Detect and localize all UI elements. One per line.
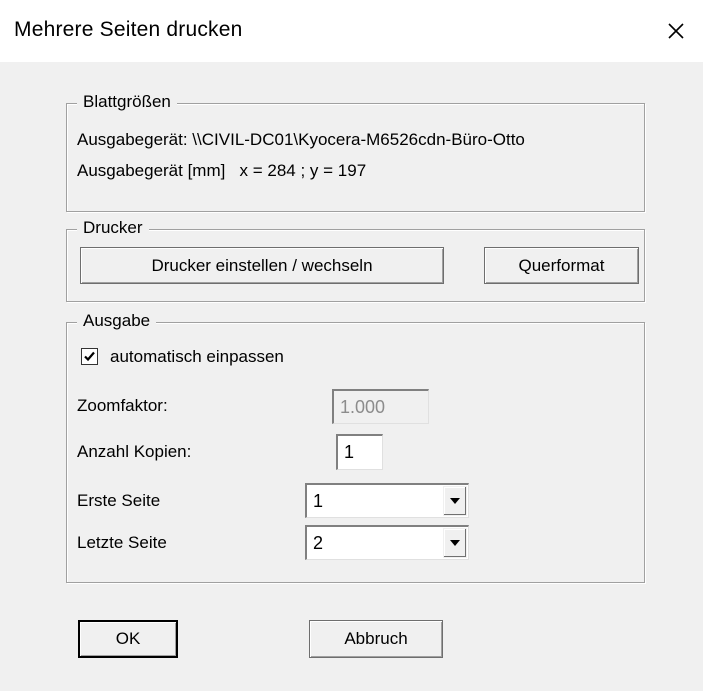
first-page-select[interactable]: 1 bbox=[305, 483, 469, 518]
group-ausgabe: Ausgabe automatisch einpassen Zoomfaktor… bbox=[66, 311, 645, 583]
zoom-label: Zoomfaktor: bbox=[77, 396, 168, 415]
group-drucker: Drucker Drucker einstellen / wechseln Qu… bbox=[66, 218, 645, 302]
dialog-client: Blattgrößen Ausgabegerät: \\CIVIL-DC01\K… bbox=[10, 62, 694, 684]
zoom-input: 1.000 bbox=[332, 389, 429, 424]
group-legend-blattgroessen: Blattgrößen bbox=[77, 92, 177, 112]
chevron-down-icon bbox=[450, 540, 460, 546]
printer-setup-button[interactable]: Drucker einstellen / wechseln bbox=[80, 247, 444, 284]
checkmark-icon bbox=[84, 351, 95, 362]
close-icon bbox=[668, 23, 684, 39]
group-legend-drucker: Drucker bbox=[77, 218, 149, 238]
landscape-button[interactable]: Querformat bbox=[484, 247, 639, 284]
copies-input[interactable]: 1 bbox=[336, 434, 383, 470]
auto-fit-checkbox[interactable] bbox=[81, 348, 98, 365]
last-page-dropdown-button[interactable] bbox=[443, 528, 467, 558]
copies-label: Anzahl Kopien: bbox=[77, 442, 192, 461]
first-page-dropdown-button[interactable] bbox=[443, 486, 467, 516]
group-blattgroessen: Blattgrößen Ausgabegerät: \\CIVIL-DC01\K… bbox=[66, 92, 645, 212]
output-size-text: Ausgabegerät [mm] x = 284 ; y = 197 bbox=[77, 161, 367, 180]
ok-button[interactable]: OK bbox=[78, 620, 178, 658]
first-page-label: Erste Seite bbox=[77, 491, 161, 510]
chevron-down-icon bbox=[450, 498, 460, 504]
window-title: Mehrere Seiten drucken bbox=[14, 18, 243, 41]
group-legend-ausgabe: Ausgabe bbox=[77, 311, 157, 331]
last-page-value: 2 bbox=[313, 532, 324, 553]
first-page-value: 1 bbox=[313, 490, 324, 511]
close-button[interactable] bbox=[649, 0, 703, 62]
cancel-button[interactable]: Abbruch bbox=[309, 620, 443, 658]
title-bar: Mehrere Seiten drucken bbox=[0, 0, 703, 62]
last-page-label: Letzte Seite bbox=[77, 533, 167, 552]
output-device-text: Ausgabegerät: \\CIVIL-DC01\Kyocera-M6526… bbox=[77, 130, 525, 149]
last-page-select[interactable]: 2 bbox=[305, 525, 469, 560]
auto-fit-label: automatisch einpassen bbox=[110, 347, 284, 366]
